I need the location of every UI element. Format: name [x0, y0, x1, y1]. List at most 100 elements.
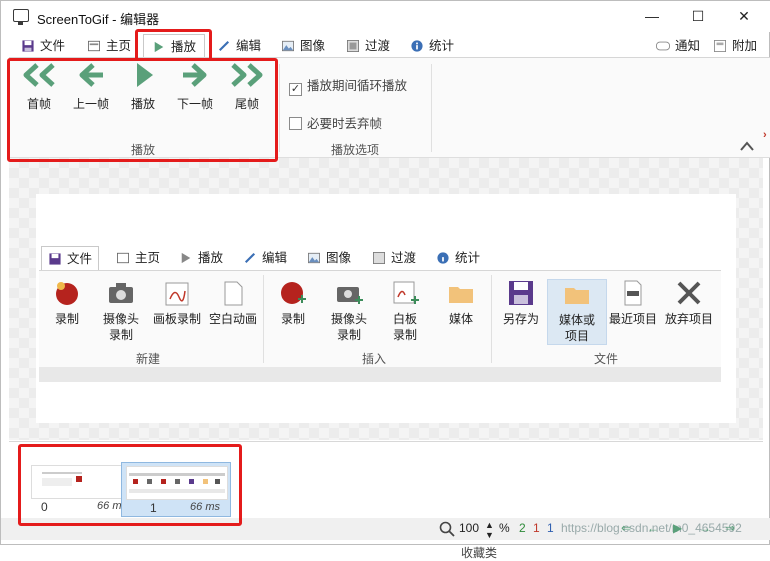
- image-icon: [308, 252, 320, 264]
- previous-frame-nav-icon[interactable]: ←: [647, 521, 659, 535]
- preview-tabs: 文件 主页 播放 编辑 图像 过渡 统计: [36, 246, 736, 270]
- preview-tab-home: 主页: [116, 246, 160, 270]
- checkbox-box: ✓: [289, 83, 302, 96]
- background-text: 收藏类: [461, 546, 498, 560]
- pencil-icon: [244, 252, 256, 264]
- zoom-stepper-icon[interactable]: ▲ ▼: [485, 520, 494, 540]
- last-frame-icon: [231, 63, 263, 87]
- preview-insert-group-label: 插入: [362, 352, 387, 366]
- frame-timeline: 0 66 ms 1 66 ms: [9, 441, 763, 519]
- frame-count-current: 1: [547, 521, 554, 535]
- next-frame-icon: [183, 63, 207, 87]
- drop-frames-checkbox[interactable]: 必要时丢弃帧: [289, 113, 382, 132]
- preview-tab-image: 图像: [307, 246, 351, 270]
- preview-save-as-button: 另存为: [491, 279, 551, 327]
- frame-number: 0: [41, 500, 48, 514]
- last-frame-button[interactable]: 尾帧: [223, 62, 271, 112]
- discard-icon: [677, 281, 701, 305]
- extras-button[interactable]: 附加: [713, 34, 757, 58]
- frame-count-total: 2: [519, 521, 526, 535]
- camera-add-icon: [337, 287, 363, 304]
- group-divider: [431, 64, 432, 152]
- preview-file-group-label: 文件: [594, 352, 619, 366]
- zoom-unit: %: [499, 521, 510, 535]
- preview-new-group-label: 新建: [136, 352, 161, 366]
- preview-record-button: 录制: [37, 279, 97, 327]
- title-bar: ScreenToGif - 编辑器 — ☐ ✕: [1, 1, 770, 32]
- close-button[interactable]: ✕: [721, 1, 767, 32]
- tab-edit[interactable]: 编辑: [217, 34, 261, 58]
- tab-statistics[interactable]: 统计: [410, 34, 454, 58]
- previous-frame-button[interactable]: 上一帧: [67, 62, 115, 112]
- tab-image[interactable]: 图像: [281, 34, 325, 58]
- last-frame-nav-icon[interactable]: ⇒: [725, 521, 735, 535]
- group-divider: [279, 64, 280, 152]
- minimize-button[interactable]: —: [629, 1, 675, 32]
- save-icon: [22, 40, 34, 52]
- folder-icon: [449, 287, 473, 303]
- frame-count-selected: 1: [533, 521, 540, 535]
- frame-preview: 文件 主页 播放 编辑 图像 过渡 统计 录制 摄像头 录制 画板录制 空白动画…: [36, 194, 736, 423]
- folder-open-icon: [565, 288, 589, 304]
- first-frame-nav-icon[interactable]: ⇐: [621, 521, 631, 535]
- first-frame-button[interactable]: 首帧: [15, 62, 63, 112]
- next-frame-nav-icon[interactable]: →: [699, 521, 711, 535]
- zoom-value[interactable]: 100: [459, 521, 479, 535]
- save-icon: [509, 281, 533, 305]
- status-bar: 收藏类 100 ▲ ▼ % 2 1 1 https://blog.csdn.net…: [1, 518, 770, 560]
- preview-recent-button: 最近项目: [603, 279, 663, 327]
- info-icon: [437, 252, 449, 264]
- tab-play[interactable]: 播放: [143, 34, 206, 58]
- record-add-icon: [281, 282, 306, 304]
- preview-board-button: 画板录制: [147, 279, 207, 327]
- preview-webcam-button: 摄像头 录制: [91, 279, 151, 343]
- notification-icon: [656, 41, 670, 51]
- options-group-label: 播放选项: [331, 143, 380, 157]
- blank-page-icon: [224, 281, 243, 306]
- maximize-button[interactable]: ☐: [675, 1, 721, 32]
- loop-checkbox[interactable]: ✓ 播放期间循环播放: [289, 75, 407, 96]
- recent-projects-icon: [624, 280, 642, 306]
- home-icon: [117, 252, 129, 264]
- play-button[interactable]: 播放: [119, 62, 167, 112]
- play-icon: [154, 41, 164, 53]
- preview-open-media-button: 媒体或 项目: [547, 279, 607, 345]
- preview-ribbon: 录制 摄像头 录制 画板录制 空白动画 新建 录制 摄像头 录制 白板 录制 媒…: [39, 270, 721, 367]
- editor-window: ScreenToGif - 编辑器 — ☐ ✕ 文件 主页 播放 编辑 图像 过…: [0, 0, 770, 560]
- preview-discard-button: 放弃项目: [659, 279, 719, 327]
- next-frame-button[interactable]: 下一帧: [171, 62, 219, 112]
- tab-transition[interactable]: 过渡: [346, 34, 390, 58]
- collapse-ribbon-icon[interactable]: [739, 140, 755, 152]
- board-icon: [165, 282, 189, 306]
- tab-file[interactable]: 文件: [21, 34, 65, 58]
- tab-home[interactable]: 主页: [87, 34, 131, 58]
- preview-blank-button: 空白动画: [203, 279, 263, 327]
- preview-tab-transition: 过渡: [372, 246, 416, 270]
- play-nav-icon[interactable]: ▶: [673, 521, 682, 535]
- preview-insert-media-button: 媒体: [431, 279, 491, 327]
- frame-thumbnail-image: [126, 466, 228, 500]
- image-icon: [282, 40, 294, 52]
- preview-insert-webcam-button: 摄像头 录制: [319, 279, 379, 343]
- play-icon: [137, 63, 153, 87]
- record-icon: [56, 282, 78, 305]
- checkbox-box: [289, 117, 302, 130]
- transition-icon: [347, 40, 359, 52]
- playback-group-label: 播放: [131, 143, 156, 157]
- save-icon: [49, 253, 61, 265]
- frame-delay: 66 ms: [190, 501, 220, 513]
- play-icon: [181, 252, 191, 264]
- preview-strip: [39, 367, 721, 382]
- frame-thumbnail-selected[interactable]: 1 66 ms: [121, 462, 231, 517]
- previous-frame-icon: [79, 63, 103, 87]
- pencil-icon: [218, 40, 230, 52]
- background-window-edge: ›: [763, 129, 767, 141]
- preview-insert-board-button: 白板 录制: [375, 279, 435, 343]
- ribbon-tabs: 文件 主页 播放 编辑 图像 过渡 统计 通知 附加: [1, 34, 770, 58]
- home-icon: [88, 40, 100, 52]
- preview-insert-record-button: 录制: [263, 279, 323, 327]
- notification-button[interactable]: 通知: [656, 34, 700, 58]
- preview-tab-statistics: 统计: [436, 246, 480, 270]
- window-title: ScreenToGif - 编辑器: [37, 12, 160, 27]
- preview-tab-edit: 编辑: [243, 246, 287, 270]
